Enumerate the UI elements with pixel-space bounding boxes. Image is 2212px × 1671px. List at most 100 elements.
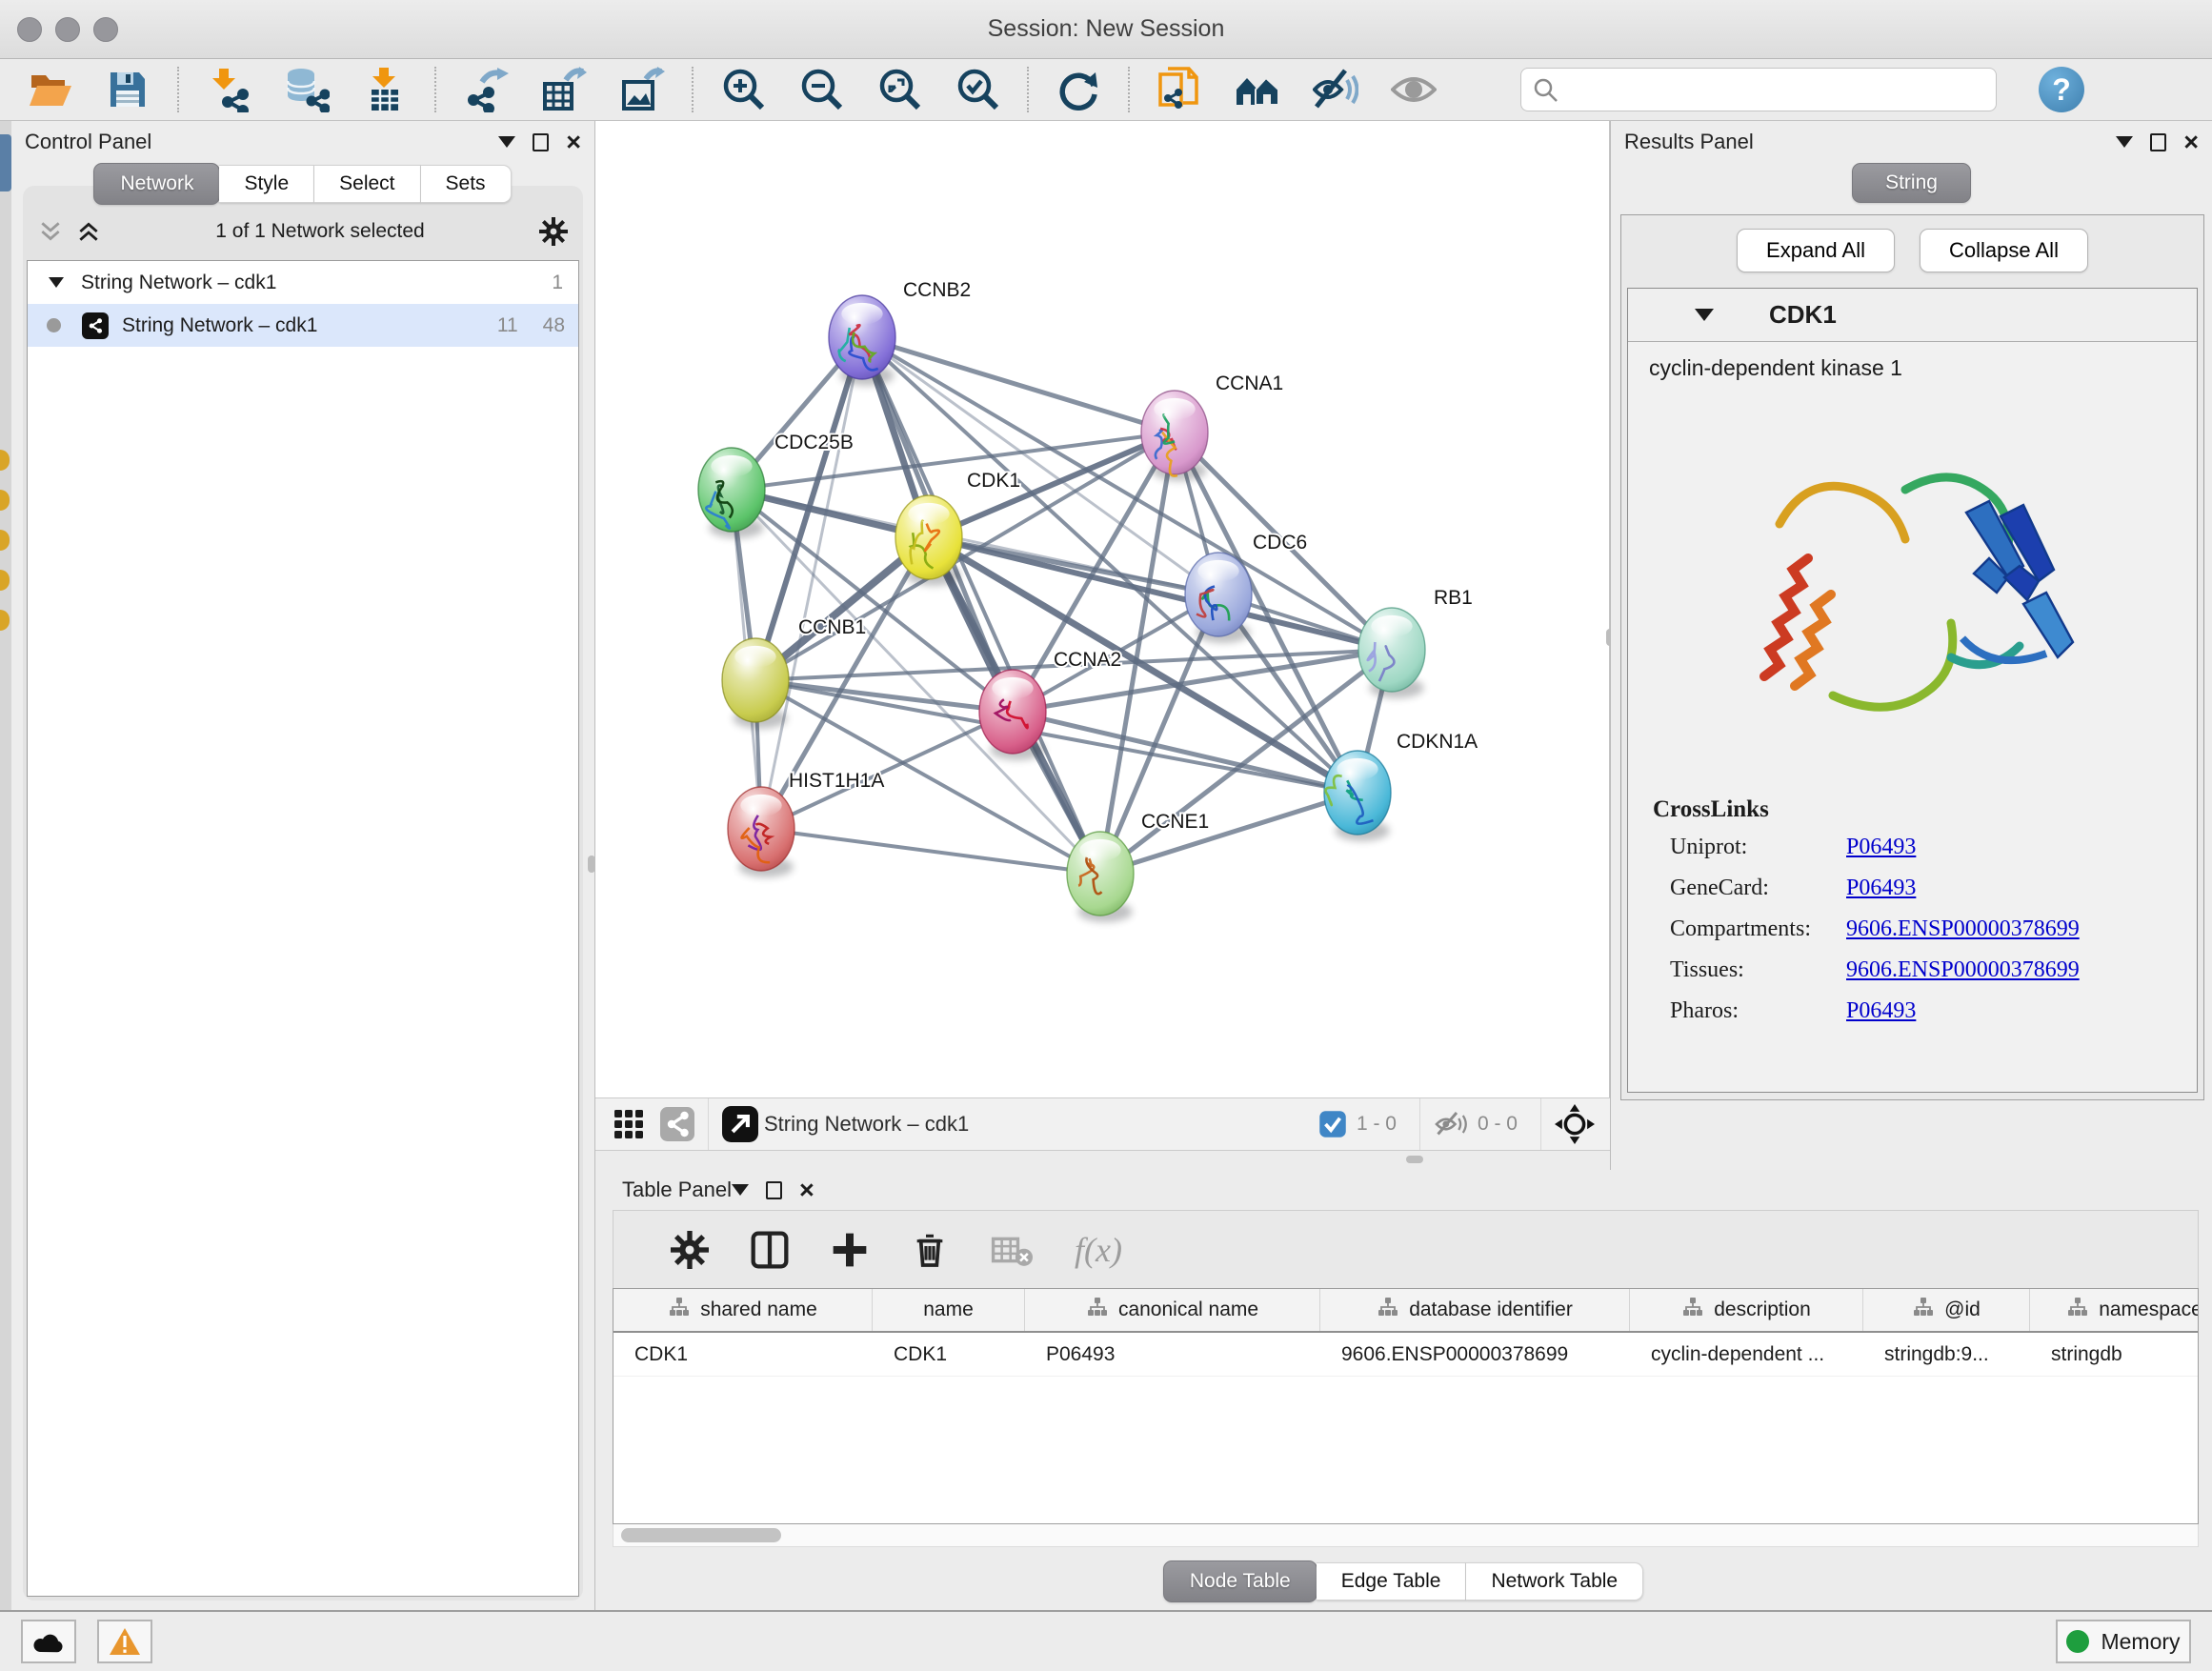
collapse-all-chevron-icon[interactable] <box>38 219 63 244</box>
network-node-CDK1[interactable] <box>895 495 962 586</box>
crosslink-link[interactable]: P06493 <box>1846 876 1916 901</box>
show-columns-icon[interactable] <box>751 1231 789 1269</box>
table-options-gear-icon[interactable] <box>671 1231 709 1269</box>
close-panel-icon[interactable]: × <box>799 1180 814 1199</box>
network-edge[interactable] <box>862 337 1392 650</box>
network-node-HIST1H1A[interactable] <box>728 787 794 877</box>
network-edge[interactable] <box>755 680 1013 712</box>
column-header-@id[interactable]: @id <box>1863 1289 2030 1331</box>
zoom-fit-icon[interactable] <box>876 67 922 112</box>
table-cell[interactable]: stringdb:9... <box>1863 1333 2030 1376</box>
tab-network[interactable]: Network <box>93 163 220 205</box>
network-node-CDC6[interactable] <box>1185 553 1252 643</box>
grid-view-icon[interactable] <box>613 1108 645 1140</box>
zoom-in-icon[interactable] <box>720 67 766 112</box>
export-network-icon[interactable] <box>463 67 509 112</box>
memory-button[interactable]: Memory <box>2056 1620 2191 1663</box>
network-node-CCNB1[interactable] <box>722 638 789 729</box>
open-file-icon[interactable] <box>27 67 72 112</box>
tab-select[interactable]: Select <box>314 165 420 203</box>
table-cell[interactable]: CDK1 <box>873 1333 1025 1376</box>
column-header-shared-name[interactable]: shared name <box>613 1289 873 1331</box>
network-node-CCNA2[interactable] <box>979 670 1046 760</box>
gene-section-header[interactable]: CDK1 <box>1628 289 2197 342</box>
network-canvas[interactable]: CCNB2CCNA1CDC25BCDK1CDC6RB1CCNB1CCNA2CDK… <box>595 121 1610 1097</box>
eye-icon[interactable] <box>1391 67 1437 112</box>
table-cell[interactable]: 9606.ENSP00000378699 <box>1320 1333 1630 1376</box>
network-node-RB1[interactable] <box>1358 608 1425 698</box>
import-table-icon[interactable] <box>362 67 408 112</box>
float-panel-icon[interactable] <box>498 136 515 148</box>
hidden-elements-icon[interactable] <box>1434 1107 1468 1141</box>
close-panel-icon[interactable]: × <box>566 132 581 151</box>
delete-table-icon[interactable] <box>991 1231 1033 1269</box>
cloud-status-button[interactable] <box>21 1620 76 1663</box>
float-panel-icon[interactable] <box>2116 136 2133 148</box>
network-edge[interactable] <box>862 337 1175 433</box>
clone-network-icon[interactable] <box>1156 67 1202 112</box>
tab-network-table[interactable]: Network Table <box>1466 1562 1643 1601</box>
home-icon[interactable] <box>1235 67 1280 112</box>
save-session-icon[interactable] <box>105 67 151 112</box>
column-header-name[interactable]: name <box>873 1289 1025 1331</box>
table-horizontal-scrollbar[interactable] <box>613 1524 2199 1547</box>
network-node-CDC25B[interactable] <box>698 448 765 538</box>
search-input[interactable] <box>1520 68 1997 111</box>
network-node-CCNA1[interactable] <box>1141 391 1208 481</box>
tab-edge-table[interactable]: Edge Table <box>1317 1562 1467 1601</box>
tab-sets[interactable]: Sets <box>421 165 512 203</box>
network-edge[interactable] <box>862 337 1100 874</box>
export-table-icon[interactable] <box>541 67 587 112</box>
collapse-gene-icon[interactable] <box>1695 309 1714 321</box>
tab-node-table[interactable]: Node Table <box>1163 1560 1317 1602</box>
network-view-mode-icon[interactable] <box>660 1107 694 1141</box>
network-view[interactable]: CCNB2CCNA1CDC25BCDK1CDC6RB1CCNB1CCNA2CDK… <box>595 121 1610 1097</box>
refresh-icon[interactable] <box>1056 67 1101 112</box>
network-edge[interactable] <box>1013 712 1357 793</box>
expand-all-chevron-icon[interactable] <box>76 219 101 244</box>
tab-string[interactable]: String <box>1852 163 1971 203</box>
maximize-panel-icon[interactable] <box>2150 133 2166 151</box>
network-node-CCNB2[interactable] <box>829 295 895 386</box>
delete-column-icon[interactable] <box>911 1231 949 1269</box>
zoom-selected-icon[interactable] <box>955 67 1000 112</box>
network-edge[interactable] <box>761 829 1100 874</box>
table-cell[interactable]: stringdb <box>2030 1333 2199 1376</box>
hide-graphics-details-icon[interactable] <box>1313 67 1358 112</box>
maximize-panel-icon[interactable] <box>766 1181 782 1199</box>
import-network-file-icon[interactable] <box>206 67 251 112</box>
expand-all-button[interactable]: Expand All <box>1737 229 1895 272</box>
network-row[interactable]: String Network – cdk1 11 48 <box>28 304 578 347</box>
crosslink-link[interactable]: 9606.ENSP00000378699 <box>1846 957 2080 983</box>
selected-nodes-checkbox-icon[interactable] <box>1318 1110 1347 1138</box>
column-header-description[interactable]: description <box>1630 1289 1863 1331</box>
help-icon[interactable]: ? <box>2039 67 2084 112</box>
export-image-icon[interactable] <box>619 67 665 112</box>
network-collection-row[interactable]: String Network – cdk1 1 <box>28 261 578 304</box>
function-builder-icon[interactable]: f(x) <box>1075 1230 1122 1270</box>
column-header-canonical-name[interactable]: canonical name <box>1025 1289 1320 1331</box>
create-column-icon[interactable] <box>831 1231 869 1269</box>
collection-expand-icon[interactable] <box>49 277 64 288</box>
close-panel-icon[interactable]: × <box>2183 132 2199 151</box>
float-panel-icon[interactable] <box>732 1184 749 1196</box>
table-row[interactable]: CDK1CDK1P064939606.ENSP00000378699cyclin… <box>613 1333 2198 1377</box>
crosslink-link[interactable]: 9606.ENSP00000378699 <box>1846 916 2080 942</box>
splitter-handle[interactable] <box>1406 1156 1423 1163</box>
detach-view-icon[interactable] <box>722 1106 758 1142</box>
network-options-gear-icon[interactable] <box>539 217 568 246</box>
maximize-panel-icon[interactable] <box>533 133 549 151</box>
table-cell[interactable]: cyclin-dependent ... <box>1630 1333 1863 1376</box>
collapse-all-button[interactable]: Collapse All <box>1920 229 2088 272</box>
table-cell[interactable]: P06493 <box>1025 1333 1320 1376</box>
column-header-namespace[interactable]: namespace <box>2030 1289 2199 1331</box>
crosslink-link[interactable]: P06493 <box>1846 835 1916 860</box>
zoom-out-icon[interactable] <box>798 67 844 112</box>
warnings-button[interactable] <box>97 1620 152 1663</box>
import-network-database-icon[interactable] <box>284 67 330 112</box>
crosslink-link[interactable]: P06493 <box>1846 998 1916 1024</box>
column-header-database-identifier[interactable]: database identifier <box>1320 1289 1630 1331</box>
network-edge[interactable] <box>1100 793 1357 874</box>
scrollbar-thumb[interactable] <box>621 1528 781 1542</box>
tab-style[interactable]: Style <box>219 165 314 203</box>
